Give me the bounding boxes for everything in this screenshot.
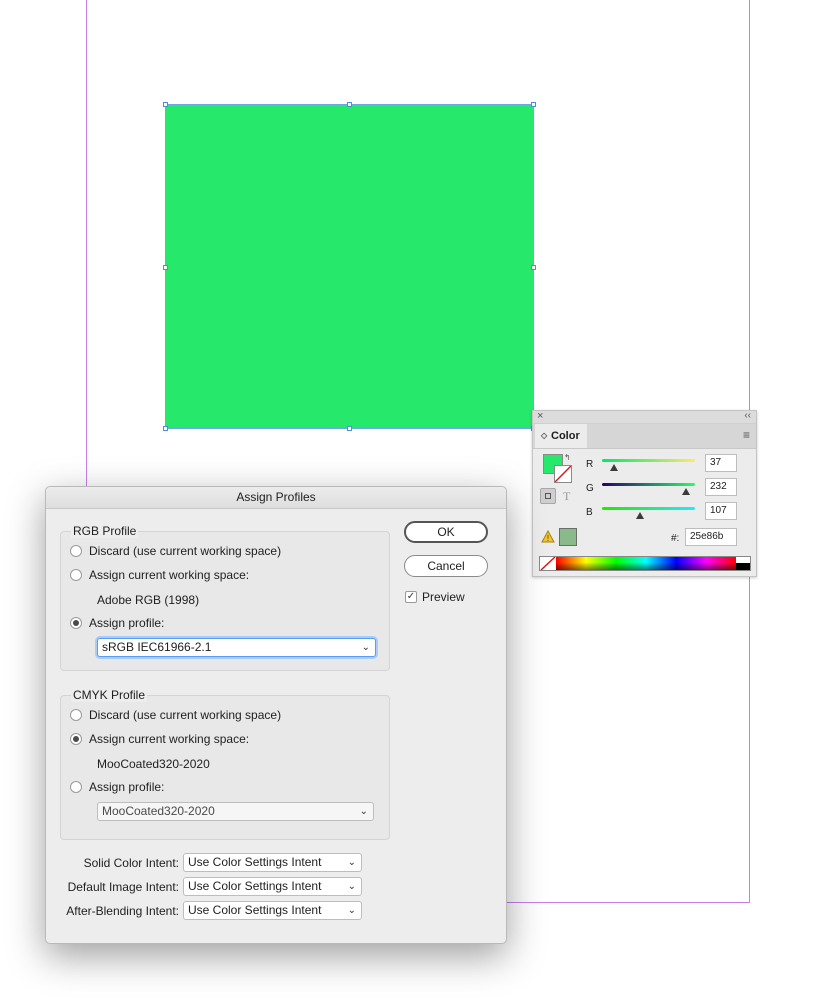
g-value-field[interactable]: 232 [705,478,737,496]
color-panel-header[interactable]: × ‹‹ [533,410,756,424]
resize-handle-top[interactable] [347,102,352,107]
resize-handle-bottom-left[interactable] [163,426,168,431]
resize-handle-left[interactable] [163,265,168,270]
resize-handle-top-right[interactable] [531,102,536,107]
rgb-profile-select[interactable]: sRGB IEC61966-2.1 ⌄ [97,638,376,657]
g-slider-thumb[interactable] [682,488,690,495]
r-slider-thumb[interactable] [610,464,618,471]
rgb-assign-profile-radio[interactable] [70,617,82,629]
chevron-down-icon: ⌄ [347,881,356,892]
swap-icon[interactable]: ↰ [564,453,571,462]
g-slider[interactable] [602,483,695,486]
default-image-intent-label: Default Image Intent: [67,880,179,894]
r-label: R [586,459,594,470]
formatting-text-icon[interactable]: T [563,489,570,504]
cancel-button[interactable]: Cancel [404,555,488,577]
color-spectrum-ramp[interactable] [539,556,751,571]
green-rectangle-frame[interactable] [163,102,536,431]
after-blending-intent-value: Use Color Settings Intent [188,903,322,917]
rgb-discard-option[interactable]: Discard (use current working space) [70,543,281,559]
color-panel: × ‹‹ ◇ Color ≡ ↰ T ! R 37 G 232 B 107 #:… [532,410,757,577]
b-label: B [586,507,593,518]
ok-button[interactable]: OK [404,521,488,543]
resize-handle-right[interactable] [531,265,536,270]
formatting-container-icon[interactable] [540,488,556,504]
cmyk-assign-profile-radio[interactable] [70,781,82,793]
assign-profiles-dialog: Assign Profiles RGB Profile Discard (use… [45,486,507,944]
rgb-discard-label: Discard (use current working space) [89,544,282,558]
after-blending-intent-label: After-Blending Intent: [66,904,179,918]
cmyk-profile-title: CMYK Profile [71,688,148,702]
rgb-assign-current-radio[interactable] [70,569,82,581]
b-value-field[interactable]: 107 [705,502,737,520]
rgb-profile-title: RGB Profile [71,524,139,538]
solid-color-intent-select[interactable]: Use Color Settings Intent ⌄ [183,853,362,872]
hex-value-field[interactable]: 25e86b [685,528,737,546]
rgb-assign-current-option[interactable]: Assign current working space: [70,567,249,583]
cmyk-assign-profile-option[interactable]: Assign profile: [70,779,164,795]
cmyk-profile-select[interactable]: MooCoated320-2020 ⌄ [97,802,374,821]
cmyk-assign-current-option[interactable]: Assign current working space: [70,731,249,747]
b-slider-thumb[interactable] [636,512,644,519]
cmyk-discard-radio[interactable] [70,709,82,721]
b-slider[interactable] [602,507,695,510]
close-icon[interactable]: × [537,410,543,422]
stroke-none-swatch[interactable] [554,465,572,483]
collapse-icon[interactable]: ‹‹ [744,410,751,421]
rgb-discard-radio[interactable] [70,545,82,557]
cmyk-assign-profile-label: Assign profile: [89,780,165,794]
cmyk-discard-option[interactable]: Discard (use current working space) [70,707,281,723]
chevron-down-icon: ⌄ [347,905,356,916]
rgb-assign-profile-label: Assign profile: [89,616,165,630]
default-image-intent-value: Use Color Settings Intent [188,879,322,893]
r-value-field[interactable]: 37 [705,454,737,472]
cmyk-profile-value: MooCoated320-2020 [102,804,215,818]
cmyk-discard-label: Discard (use current working space) [89,708,282,722]
out-of-gamut-swatch[interactable] [559,528,577,546]
chevron-down-icon: ⌄ [347,857,356,868]
preview-checkbox[interactable]: ✓ [405,591,417,603]
panel-menu-icon[interactable]: ≡ [743,428,750,442]
tab-arrows-icon: ◇ [541,431,548,440]
none-color-icon[interactable] [540,557,556,570]
rgb-assign-current-label: Assign current working space: [89,568,250,582]
g-label: G [586,483,594,494]
cmyk-assign-current-radio[interactable] [70,733,82,745]
chevron-down-icon: ⌄ [361,642,370,653]
solid-color-intent-value: Use Color Settings Intent [188,855,322,869]
dialog-title[interactable]: Assign Profiles [46,487,506,509]
solid-color-intent-label: Solid Color Intent: [83,856,179,870]
cmyk-assign-current-label: Assign current working space: [89,732,250,746]
chevron-down-icon: ⌄ [359,806,368,817]
rgb-working-space: Adobe RGB (1998) [97,593,200,607]
black-swatch[interactable] [736,563,750,570]
cmyk-working-space: MooCoated320-2020 [97,757,210,771]
resize-handle-bottom[interactable] [347,426,352,431]
resize-handle-top-left[interactable] [163,102,168,107]
after-blending-intent-select[interactable]: Use Color Settings Intent ⌄ [183,901,362,920]
warning-icon[interactable]: ! [541,529,555,546]
page-guide-bottom [507,902,750,903]
hex-label: #: [671,533,680,544]
r-slider[interactable] [602,459,695,462]
page-guide-left [86,0,87,486]
rgb-assign-profile-option[interactable]: Assign profile: [70,615,164,631]
rgb-profile-value: sRGB IEC61966-2.1 [102,640,212,654]
default-image-intent-select[interactable]: Use Color Settings Intent ⌄ [183,877,362,896]
svg-text:!: ! [547,534,549,543]
tab-color[interactable]: ◇ Color [535,424,587,448]
preview-label: Preview [422,590,465,604]
tab-color-label: Color [551,430,580,442]
